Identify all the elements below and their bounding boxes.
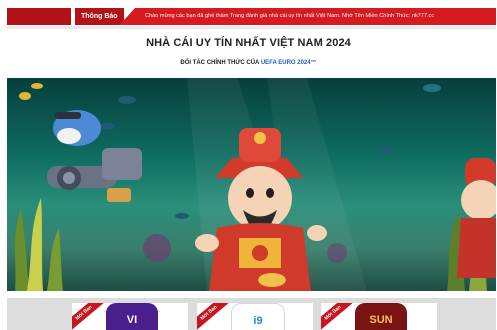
notice-marquee-text: Chào mừng các bạn đã ghé thăm Trang đánh… (145, 13, 435, 19)
new-ribbon: Mới Ban (321, 303, 354, 330)
notice-bar: Thông Báo Chào mừng các bạn đã ghé thăm … (7, 8, 496, 25)
app-card[interactable]: Mới Ban SUN (321, 303, 437, 330)
page-title: NHÀ CÁI UY TÍN NHẤT VIỆT NAM 2024 (146, 37, 351, 49)
subtitle-prefix: ĐỐI TÁC CHÍNH THỨC CỦA (180, 60, 261, 66)
hero-banner-artwork (15, 78, 496, 291)
page-subtitle: ĐỐI TÁC CHÍNH THỨC CỦA UEFA EURO 2024™ (0, 60, 497, 66)
notice-label: Thông Báo (75, 8, 124, 25)
app-logo-sun: SUN (355, 303, 407, 330)
app-card[interactable]: Mới Ban i9 (197, 303, 313, 330)
app-card[interactable]: Mới Ban VI (72, 303, 188, 330)
new-ribbon: Mới Ban (72, 303, 105, 330)
notice-label-accent (7, 8, 71, 25)
hero-banner[interactable] (7, 78, 496, 291)
app-logo-i9: i9 (231, 303, 285, 330)
new-ribbon: Mới Ban (197, 303, 230, 330)
notice-label-box: Thông Báo (7, 8, 135, 25)
subtitle-highlight-link[interactable]: UEFA EURO 2024™ (261, 60, 317, 66)
header-divider (7, 26, 496, 29)
app-logo-vi: VI (106, 303, 158, 330)
